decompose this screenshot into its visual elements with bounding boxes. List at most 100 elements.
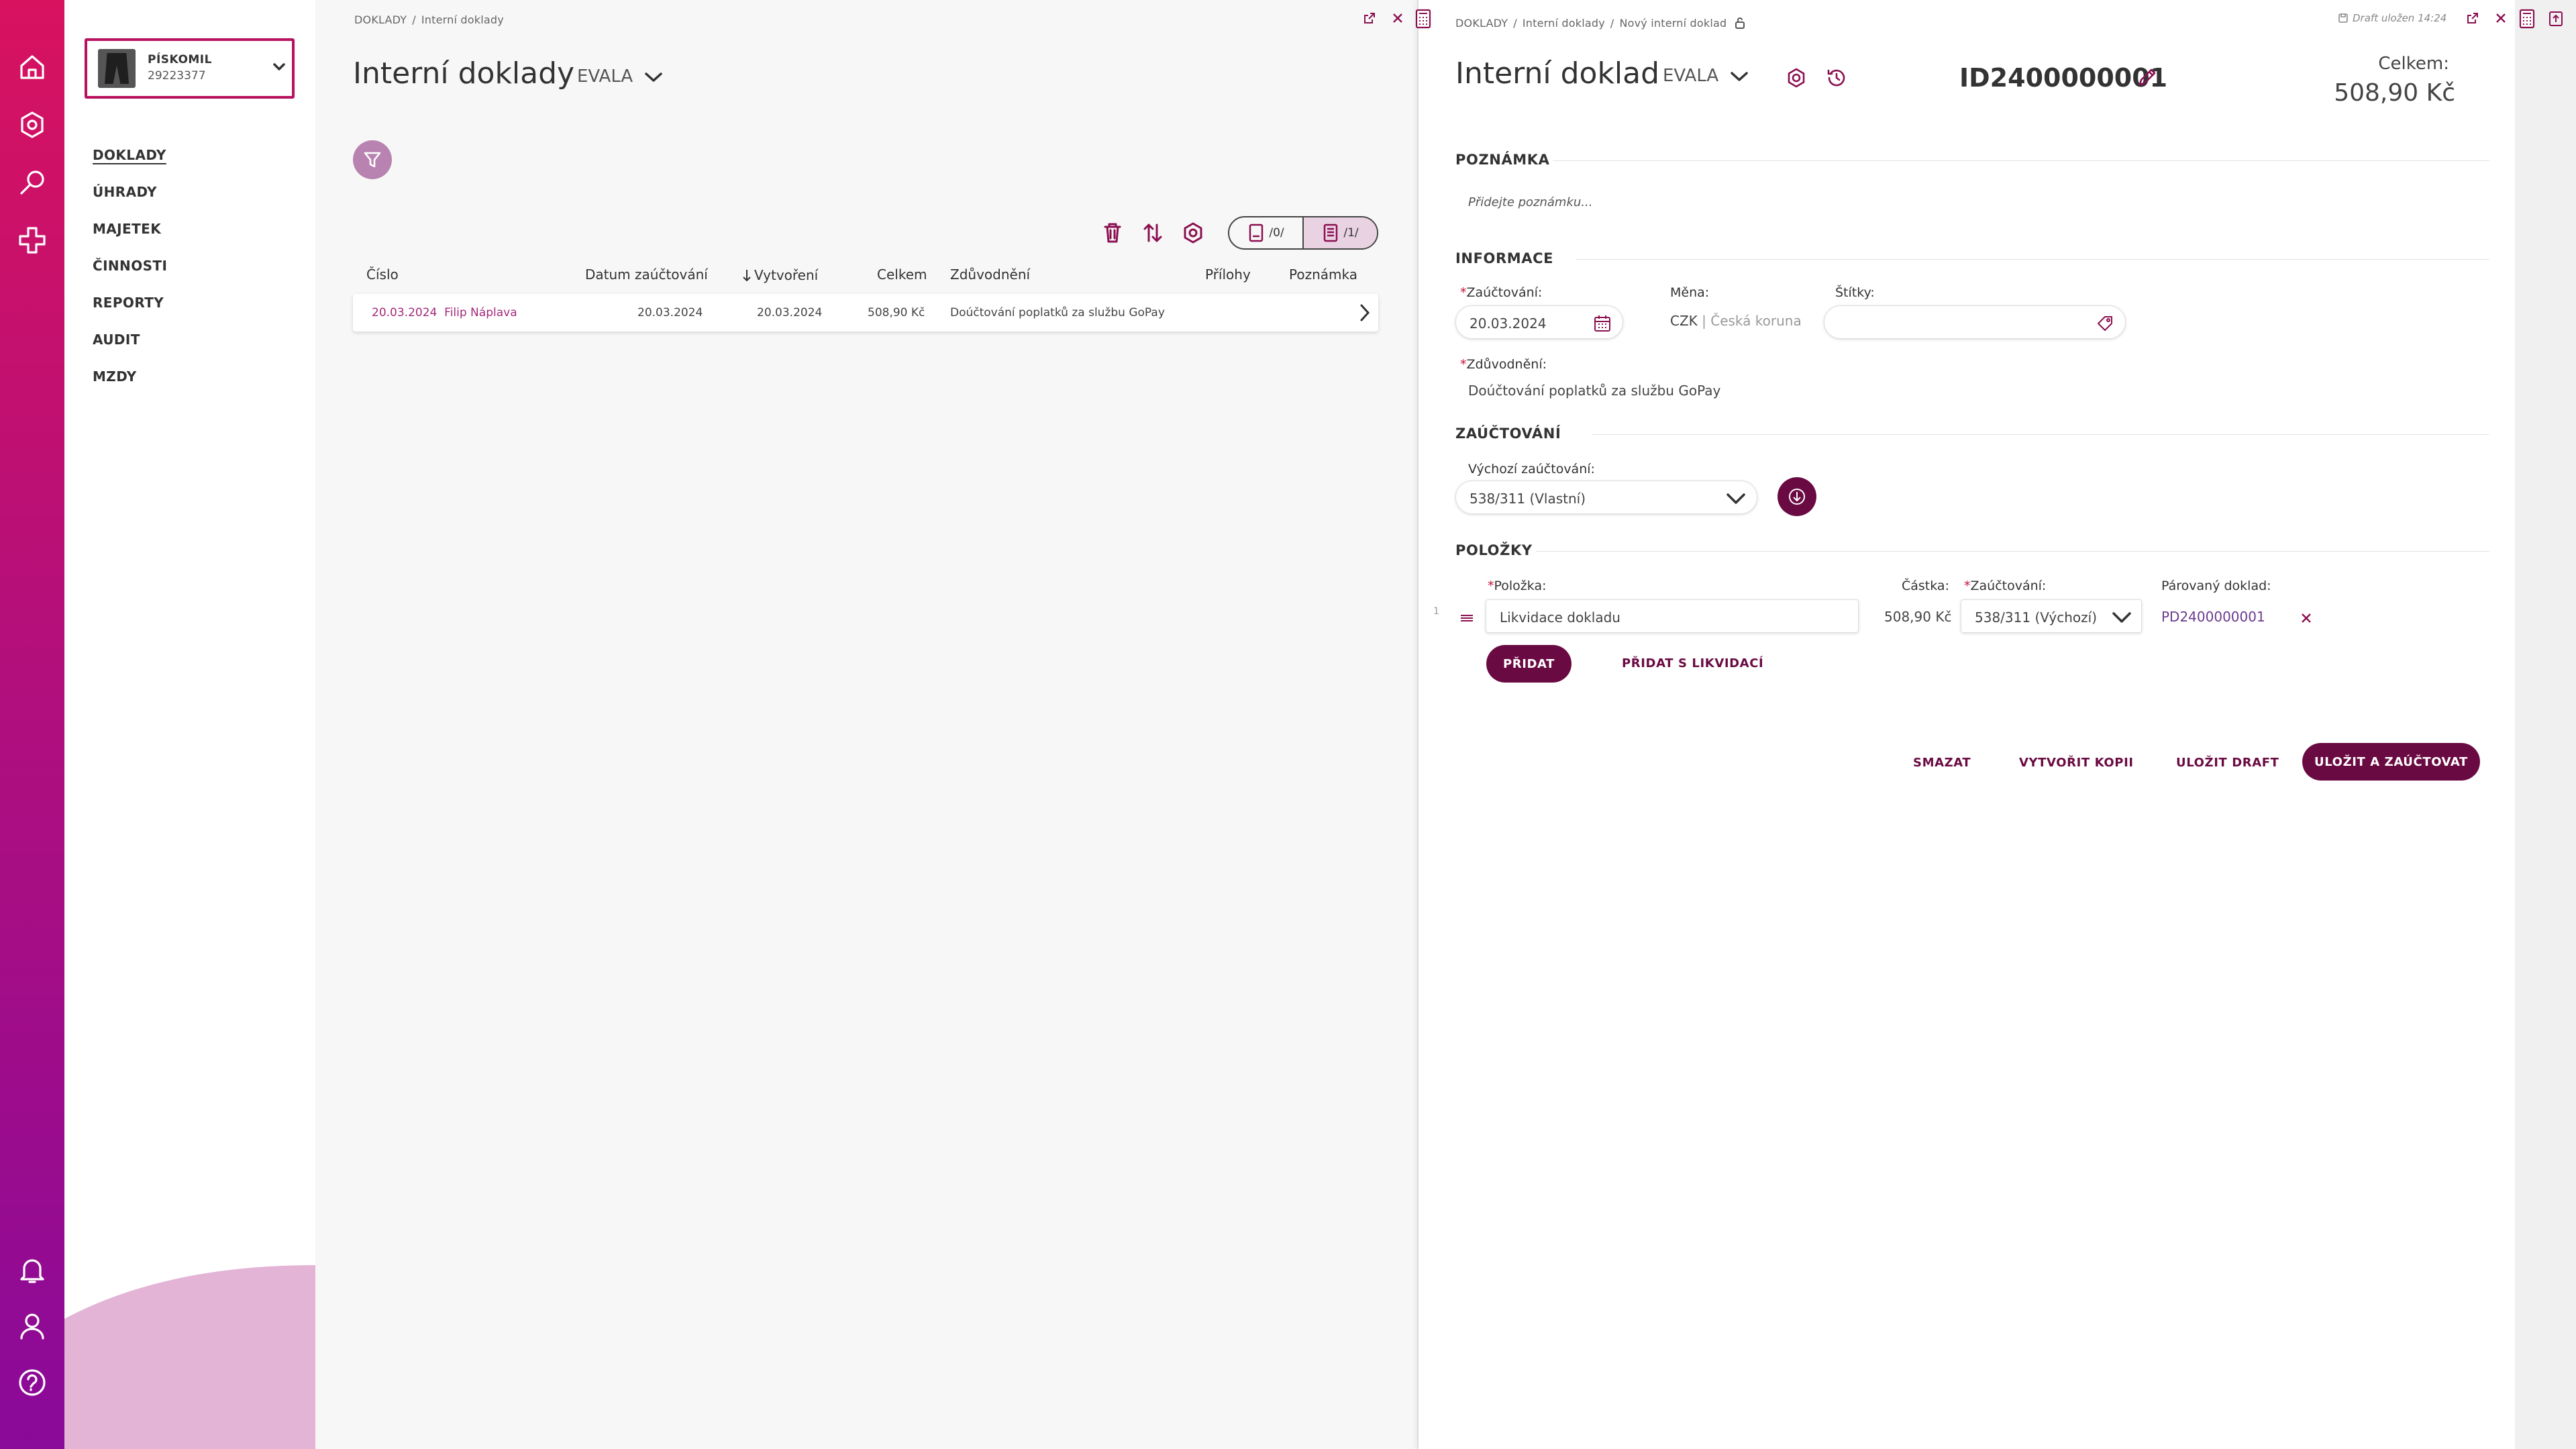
column-header-number[interactable]: Číslo [366,266,399,283]
breadcrumb-item[interactable]: DOKLADY [354,13,407,26]
currency-label: Měna: [1670,285,1710,300]
nav-item-majetek[interactable]: MAJETEK [93,221,167,258]
segment-list[interactable]: /1/ [1302,217,1377,248]
total-label: Celkem: [2378,54,2449,74]
upload-icon[interactable] [2548,11,2563,27]
remove-item-icon[interactable] [2300,611,2313,625]
close-icon[interactable] [1391,11,1404,25]
settings-icon[interactable] [1181,221,1205,245]
segment-label: /1/ [1343,226,1359,240]
posting-date-label: *Zaúčtování: [1460,285,1543,300]
section-title-note: POZNÁMKA [1455,152,1550,168]
row-reason: Doúčtování poplatků za službu GoPay [950,306,1165,319]
calculator-icon[interactable] [2518,8,2536,30]
help-icon[interactable] [16,1366,48,1399]
segment-documents[interactable]: /0/ [1229,217,1302,248]
section-divider [1576,259,2489,260]
row-created: 20.03.2024 [757,306,823,319]
trash-icon[interactable] [1100,221,1125,245]
chevron-right-icon[interactable] [1359,303,1371,322]
add-with-liquidation-button[interactable]: PŘIDAT S LIKVIDACÍ [1622,656,1763,670]
scope-selector[interactable]: EVALA [1663,66,1748,86]
company-selector[interactable]: PÍSKOMIL 29223377 [85,38,295,99]
copy-button[interactable]: VYTVOŘIT KOPII [2019,756,2134,770]
sort-icon[interactable] [1141,221,1165,245]
currency-name: Česká koruna [1710,313,1802,329]
save-draft-button[interactable]: ULOŽIT DRAFT [2176,756,2279,770]
close-icon[interactable] [2494,11,2508,25]
calendar-icon[interactable] [1593,314,1612,333]
open-external-icon[interactable] [2466,11,2479,25]
view-toggle: /0/ /1/ [1228,216,1378,250]
filter-icon [364,152,381,168]
save-and-post-button[interactable]: ULOŽIT A ZAÚČTOVAT [2302,743,2480,781]
section-title-accounting: ZAÚČTOVÁNÍ [1455,426,1561,442]
table-row[interactable]: 20.03.2024 Filip Náplava 20.03.2024 20.0… [353,294,1378,332]
settings-icon[interactable] [1785,66,1808,89]
calculator-icon[interactable] [1414,8,1432,30]
drag-handle-icon[interactable] [1459,613,1474,623]
home-icon[interactable] [16,51,48,83]
currency-selector[interactable]: CZK | Česká koruna [1670,313,1802,329]
document-icon [1249,223,1264,242]
compass-icon[interactable] [16,109,48,141]
row-number[interactable]: 20.03.2024 Filip Náplava [372,306,517,319]
tag-icon[interactable] [2096,314,2114,333]
nav-item-uhrady[interactable]: ÚHRADY [93,184,167,221]
breadcrumb-item: Nový interní doklad [1619,17,1727,30]
detail-title: Interní doklad [1455,56,1660,91]
currency-code: CZK [1670,313,1698,329]
search-icon[interactable] [16,166,48,199]
nav-item-audit[interactable]: AUDIT [93,332,167,368]
default-posting-select[interactable]: 538/311 (Vlastní) [1455,481,1757,514]
breadcrumb: DOKLADY / Interní doklady / Nový interní dok… [1455,13,1745,30]
item-posting-select[interactable]: 538/311 (Výchozí) [1961,599,2142,633]
company-name: PÍSKOMIL [148,53,212,66]
default-posting-label: Výchozí zaúčtování: [1468,462,1595,477]
paired-document-label: Párovaný doklad: [2161,579,2271,593]
filter-button[interactable] [353,140,392,179]
lock-icon [1735,17,1745,29]
draft-status: Draft uložen 14:24 [2338,11,2446,24]
reason-value[interactable]: Doúčtování poplatků za službu GoPay [1468,383,1720,399]
company-id: 29223377 [148,69,206,83]
user-icon[interactable] [16,1310,48,1342]
bell-icon[interactable] [16,1254,48,1286]
paired-document-link[interactable]: PD2400000001 [2161,609,2265,625]
sort-down-icon [743,270,751,282]
tags-field[interactable] [1824,305,2126,339]
column-header-created[interactable]: Vytvoření [742,266,818,283]
chevron-down-icon [1731,72,1748,81]
column-header-attachments[interactable]: Přílohy [1205,266,1251,283]
nav-item-mzdy[interactable]: MZDY [93,368,167,405]
item-amount[interactable]: 508,90 Kč [1884,609,1951,625]
open-external-icon[interactable] [1363,11,1376,25]
item-row: 1 Likvidace dokladu 508,90 Kč 538/311 (V… [1419,599,2465,637]
scope-selector[interactable]: EVALA [577,66,662,87]
nav-item-cinnosti[interactable]: ČINNOSTI [93,258,167,295]
list-document-icon [1324,223,1338,242]
nav-item-reporty[interactable]: REPORTY [93,295,167,332]
save-icon [2338,13,2348,23]
item-name-field[interactable]: Likvidace dokladu [1486,599,1859,633]
column-header-label: Vytvoření [754,267,819,283]
column-header-note[interactable]: Poznámka [1289,266,1357,283]
row-date: 20.03.2024 [372,306,437,319]
breadcrumb-item[interactable]: DOKLADY [1455,17,1508,30]
column-header-total[interactable]: Celkem [877,266,927,283]
plus-icon[interactable] [16,224,48,256]
posting-date-field[interactable]: 20.03.2024 [1455,305,1623,339]
add-item-button[interactable]: PŘIDAT [1486,645,1572,683]
column-header-posting-date[interactable]: Datum zaúčtování [585,266,708,283]
row-posting-date: 20.03.2024 [637,306,703,319]
delete-button[interactable]: SMAZAT [1913,756,1971,770]
nav-item-doklady[interactable]: DOKLADY [93,147,167,184]
edit-icon[interactable] [2136,66,2159,89]
history-icon[interactable] [1825,66,1848,89]
note-input[interactable]: Přidejte poznámku... [1468,195,1592,209]
breadcrumb-item[interactable]: Interní doklady [421,13,504,26]
row-total: 508,90 Kč [868,306,925,319]
column-header-reason[interactable]: Zdůvodnění [950,266,1030,283]
apply-default-posting-button[interactable] [1778,477,1816,516]
breadcrumb-item[interactable]: Interní doklady [1523,17,1605,30]
